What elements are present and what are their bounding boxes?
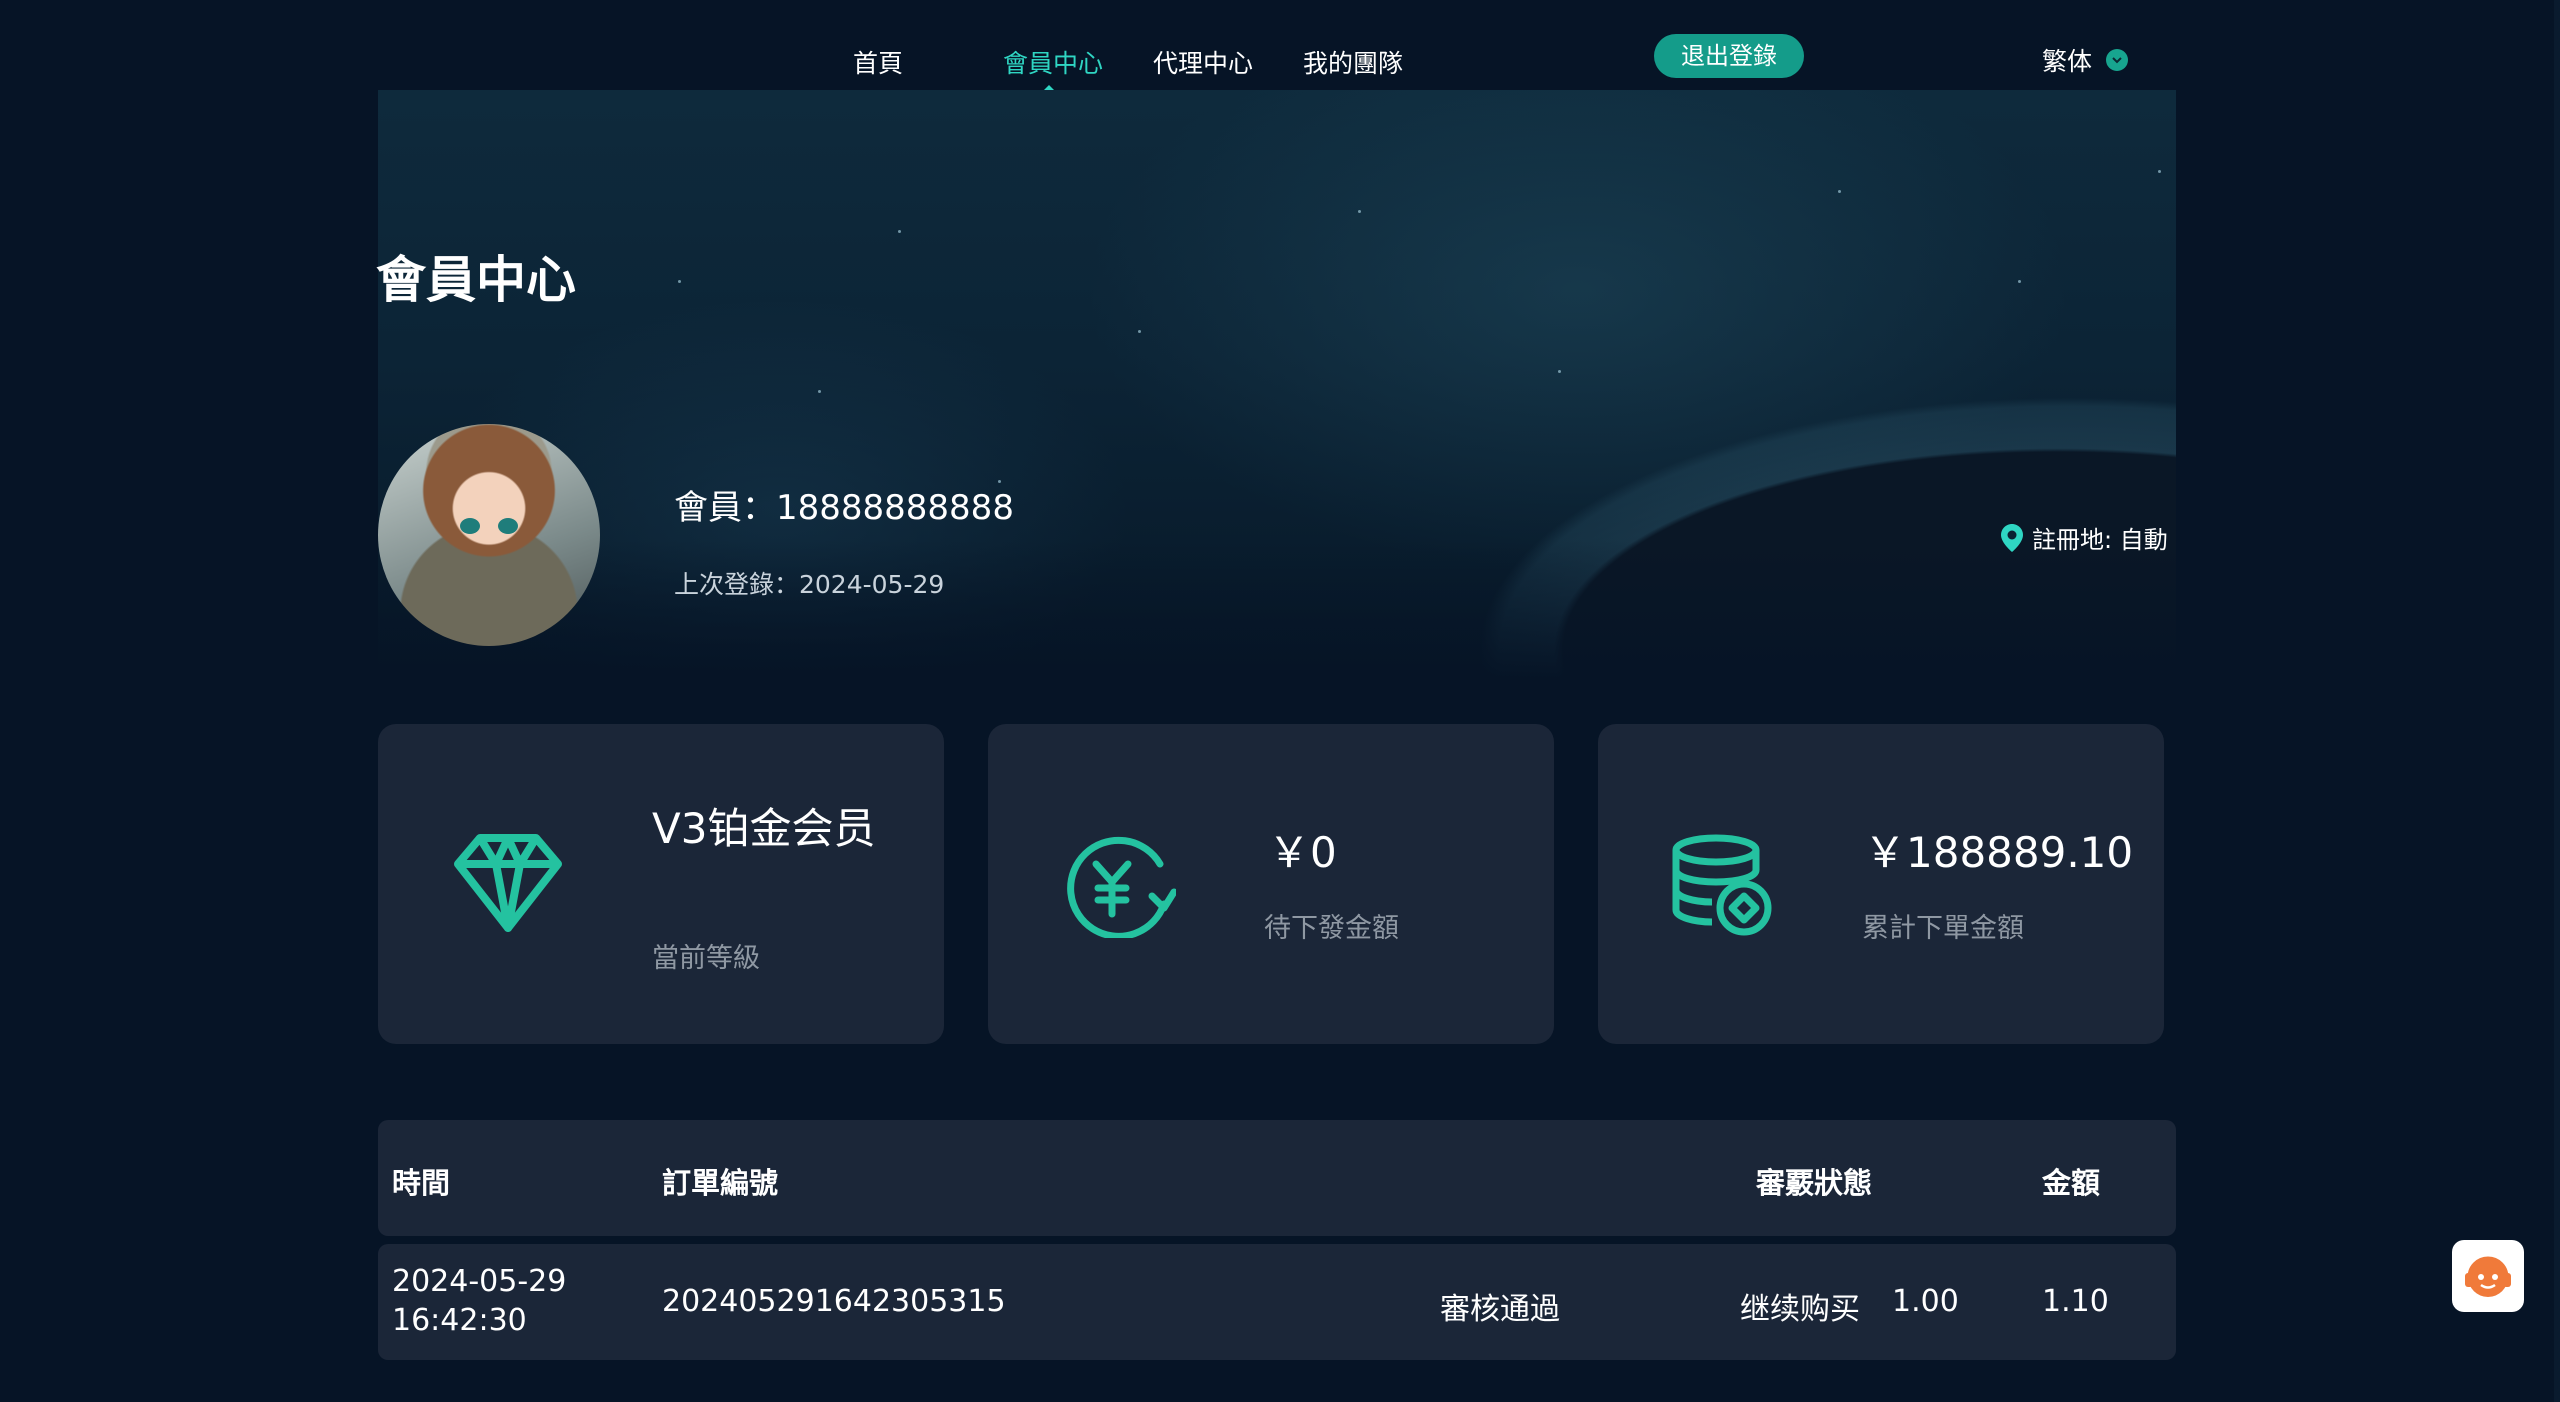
column-header-amount: 金額 [2042,1166,2101,1200]
language-selector[interactable]: 繁体 [2042,42,2129,78]
table-header: 時間 訂單編號 審覈狀態 金額 [378,1120,2176,1236]
nav-my-team[interactable]: 我的團隊 [1303,44,1403,80]
row-status: 審核通過 [1440,1292,1560,1327]
coin-stack-icon [1672,834,1772,936]
top-nav: 首頁 會員中心 代理中心 我的團隊 退出登錄 繁体 [0,0,2560,94]
member-level-label: 當前等級 [652,943,760,974]
total-order-card: ￥188889.10 累計下單金額 [1598,724,2164,1044]
member-account: 會員：18888888888 [674,488,1014,528]
diamond-icon [454,834,562,932]
last-login: 上次登錄：2024-05-29 [674,570,945,599]
scrollbar[interactable] [2554,0,2560,1402]
continue-purchase-link[interactable]: 继续购买 [1740,1284,1860,1328]
member-level-card: V3铂金会员 當前等級 [378,724,944,1044]
total-order-value: ￥188889.10 [1864,828,2134,877]
row-time: 16:42:30 [392,1303,527,1338]
total-order-label: 累計下單金額 [1862,913,2024,944]
customer-support-button[interactable] [2452,1240,2524,1312]
column-header-time: 時間 [392,1166,451,1200]
row-amount-a: 1.00 [1892,1284,1959,1319]
column-header-status: 審覈狀態 [1756,1166,1873,1200]
nav-agent-center[interactable]: 代理中心 [1153,44,1253,80]
chevron-down-icon [2106,49,2129,71]
nav-home[interactable]: 首頁 [853,44,903,80]
pending-amount-label: 待下發金額 [1264,913,1399,944]
yen-refund-icon [1067,836,1176,938]
member-level-value: V3铂金会员 [652,804,876,853]
avatar [378,424,600,646]
hero-banner [378,90,2176,680]
nav-member-center[interactable]: 會員中心 [1003,44,1103,80]
logout-button[interactable]: 退出登錄 [1654,34,1804,78]
language-label: 繁体 [2042,47,2093,76]
row-order-no: 202405291642305315 [662,1284,1006,1319]
pending-amount-value: ￥0 [1268,828,1337,877]
page: 首頁 會員中心 代理中心 我的團隊 退出登錄 繁体 會員中心 會員：188888… [0,0,2560,1402]
location-pin-icon [2001,523,2023,552]
row-amount-b: 1.10 [2042,1284,2109,1319]
headset-icon [2465,1256,2511,1297]
column-header-order-no: 訂單編號 [662,1166,779,1200]
page-title: 會員中心 [376,251,576,309]
register-location: 註冊地: 自動 [2000,520,2168,555]
pending-amount-card: ￥0 待下發金額 [988,724,1554,1044]
table-row: 2024-05-29 16:42:30 202405291642305315 審… [378,1244,2176,1360]
row-date: 2024-05-29 [392,1264,567,1299]
register-location-text: 註冊地: 自動 [2032,526,2168,554]
